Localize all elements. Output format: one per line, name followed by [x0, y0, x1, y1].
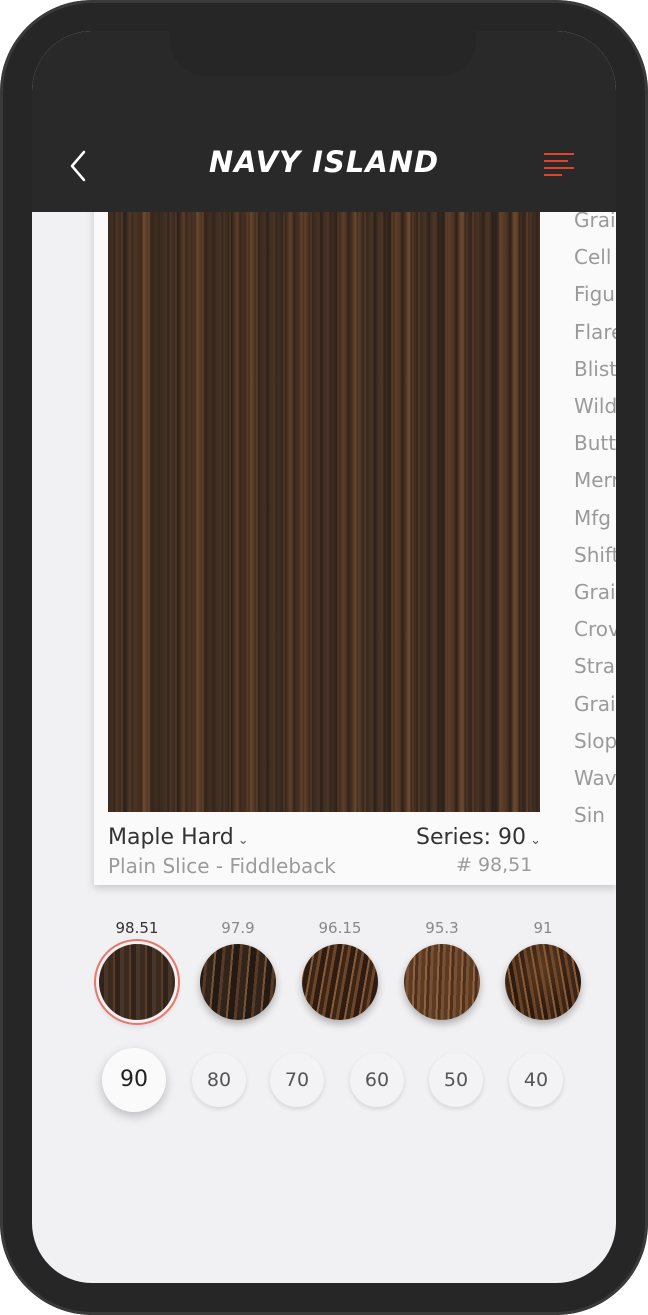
series-button[interactable]: 60	[350, 1053, 404, 1107]
species-list-item[interactable]: Slop	[574, 729, 616, 753]
species-list-item[interactable]: Butte	[574, 431, 616, 455]
species-list-item[interactable]: Shift	[574, 543, 616, 567]
brand-logo: NAVY ISLAND	[208, 145, 440, 179]
species-list-item[interactable]: Strai	[574, 654, 616, 678]
phone-notch	[170, 31, 476, 76]
color-swatch[interactable]	[200, 944, 276, 1020]
color-swatch[interactable]	[302, 944, 378, 1020]
species-list-item[interactable]: Flare	[574, 320, 616, 344]
color-swatch[interactable]	[404, 944, 480, 1020]
product-number: # 98,51	[456, 854, 533, 876]
series-label: Series: 90	[416, 825, 527, 850]
chevron-down-icon: ⌄	[530, 833, 541, 848]
series-button[interactable]: 40	[509, 1053, 563, 1107]
color-swatch[interactable]	[505, 944, 581, 1020]
menu-button[interactable]	[544, 151, 580, 179]
cut-label: Plain Slice - Fiddleback	[108, 854, 336, 878]
wood-veneer-image	[108, 212, 540, 812]
swatch-label: 91	[533, 919, 553, 937]
species-list-item[interactable]: Merr	[574, 468, 616, 492]
species-list-item[interactable]: Wav	[574, 766, 616, 790]
species-list-item[interactable]: Grai	[574, 692, 616, 716]
species-list-item[interactable]: Figu	[574, 282, 615, 306]
species-list-item[interactable]: Cell	[574, 245, 611, 269]
species-list-item[interactable]: Bliste	[574, 357, 616, 381]
swatch-label: 95.3	[425, 919, 459, 937]
species-list-item[interactable]: Grai	[574, 211, 616, 232]
species-list-item[interactable]: Mfg	[574, 506, 611, 530]
species-list[interactable]: Grai Cell Figu Flare Bliste Wild Butte Merr Mfg S…	[574, 211, 616, 826]
phone-frame: NAVY ISLAND Grai Cell Figu Flare Bliste Wild B…	[0, 0, 648, 1315]
color-swatch[interactable]	[99, 944, 175, 1020]
series-button[interactable]: 70	[270, 1053, 324, 1107]
series-dropdown[interactable]: Series: 90 ⌄	[416, 825, 541, 850]
series-button[interactable]: 50	[429, 1053, 483, 1107]
swatch-label: 96.15	[318, 919, 362, 937]
species-dropdown[interactable]: Maple Hard ⌄	[108, 825, 249, 850]
app-screen: NAVY ISLAND Grai Cell Figu Flare Bliste Wild B…	[32, 31, 616, 1283]
species-list-item[interactable]: Grai	[574, 580, 616, 604]
species-name: Maple Hard	[108, 825, 234, 850]
series-button[interactable]: 80	[192, 1053, 246, 1107]
series-button[interactable]: 90	[102, 1048, 166, 1112]
species-list-item[interactable]: Sin	[574, 803, 605, 826]
chevron-down-icon: ⌄	[237, 833, 249, 848]
swatch-label: 97.9	[221, 919, 255, 937]
species-list-item[interactable]: Wild	[574, 394, 616, 418]
swatch-label: 98.51	[115, 919, 159, 937]
species-list-item[interactable]: Crov	[574, 617, 616, 641]
